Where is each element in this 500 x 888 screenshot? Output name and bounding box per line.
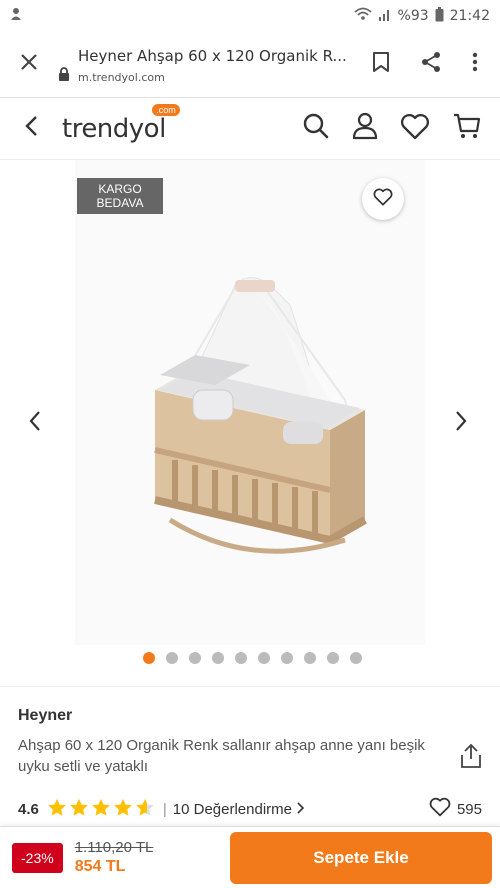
page-title: Heyner Ahşap 60 x 120 Organik R... bbox=[78, 47, 347, 65]
product-gallery[interactable]: KARGO BEDAVA bbox=[0, 160, 500, 680]
pagination-dot[interactable] bbox=[304, 652, 316, 664]
back-button[interactable] bbox=[0, 98, 62, 159]
logo-text: trendyol bbox=[62, 113, 166, 144]
star-icon bbox=[47, 798, 67, 821]
url-domain: m.trendyol.com bbox=[78, 71, 165, 84]
favorite-count-value: 595 bbox=[456, 800, 482, 818]
reviews-link[interactable]: 10 Değerlendirme bbox=[172, 800, 305, 818]
rating-stars bbox=[47, 798, 155, 821]
favorite-count: 595 bbox=[429, 797, 482, 821]
app-header: trendyol .com bbox=[0, 98, 500, 160]
account-icon[interactable] bbox=[352, 112, 378, 145]
favorites-icon[interactable] bbox=[400, 113, 430, 145]
signal-icon bbox=[378, 7, 392, 25]
search-icon[interactable] bbox=[302, 112, 330, 145]
new-price: 854 TL bbox=[74, 858, 126, 875]
lock-icon bbox=[58, 67, 70, 86]
pagination-dot[interactable] bbox=[189, 652, 201, 664]
pagination-dot[interactable] bbox=[212, 652, 224, 664]
trendyol-logo[interactable]: trendyol .com bbox=[62, 103, 180, 144]
heart-icon bbox=[373, 188, 393, 211]
pagination-dot[interactable] bbox=[327, 652, 339, 664]
free-shipping-badge: KARGO BEDAVA bbox=[77, 178, 163, 214]
star-icon bbox=[113, 798, 133, 821]
star-icon bbox=[69, 798, 89, 821]
browser-bar: Heyner Ahşap 60 x 120 Organik R... m.tre… bbox=[0, 32, 500, 98]
pagination-dot[interactable] bbox=[143, 652, 155, 664]
review-label: Değerlendirme bbox=[193, 800, 293, 818]
star-icon bbox=[135, 798, 155, 821]
pagination-dot[interactable] bbox=[166, 652, 178, 664]
wifi-icon bbox=[353, 7, 372, 25]
pagination-dot[interactable] bbox=[235, 652, 247, 664]
pagination-dot[interactable] bbox=[350, 652, 362, 664]
battery-icon bbox=[435, 6, 444, 26]
chevron-left-icon bbox=[28, 411, 42, 436]
share-icon[interactable] bbox=[420, 51, 442, 78]
product-image[interactable] bbox=[75, 160, 425, 645]
battery-percent: %93 bbox=[397, 8, 429, 24]
more-icon[interactable] bbox=[472, 52, 478, 77]
url-bar[interactable]: Heyner Ahşap 60 x 120 Organik R... m.tre… bbox=[58, 43, 372, 86]
notification-icon bbox=[10, 7, 22, 25]
close-tab-button[interactable] bbox=[0, 32, 58, 97]
clock: 21:42 bbox=[449, 8, 490, 24]
close-icon bbox=[20, 53, 38, 76]
share-product-icon[interactable] bbox=[460, 743, 482, 774]
cart-icon[interactable] bbox=[452, 111, 482, 146]
star-icon bbox=[91, 798, 111, 821]
rating-value: 4.6 bbox=[18, 800, 39, 818]
pagination-dot[interactable] bbox=[281, 652, 293, 664]
badge-line1: KARGO bbox=[98, 182, 142, 196]
status-bar: %93 21:42 bbox=[0, 0, 500, 32]
badge-line2: BEDAVA bbox=[96, 196, 144, 210]
purchase-bar: -23% 1.110,20 TL 854 TL Sepete Ekle bbox=[0, 826, 500, 888]
product-title: Ahşap 60 x 120 Organik Renk sallanır ahş… bbox=[18, 737, 425, 775]
discount-badge: -23% bbox=[12, 842, 63, 873]
chevron-right-icon bbox=[454, 411, 468, 436]
product-brand[interactable]: Heyner bbox=[18, 707, 482, 725]
add-to-cart-button[interactable]: Sepete Ekle bbox=[230, 831, 492, 884]
image-pagination bbox=[143, 652, 362, 664]
old-price: 1.110,20 TL bbox=[74, 839, 154, 856]
bookmark-icon[interactable] bbox=[372, 51, 390, 78]
prev-image-button[interactable] bbox=[28, 410, 42, 437]
favorite-button[interactable] bbox=[362, 178, 404, 220]
pagination-dot[interactable] bbox=[258, 652, 270, 664]
product-info: Heyner Ahşap 60 x 120 Organik Renk salla… bbox=[0, 686, 500, 821]
logo-badge: .com bbox=[152, 103, 180, 116]
divider: | bbox=[162, 800, 167, 818]
chevron-right-icon bbox=[296, 801, 305, 818]
review-count: 10 bbox=[172, 800, 190, 818]
heart-outline-icon bbox=[429, 797, 451, 821]
back-icon bbox=[24, 115, 38, 142]
next-image-button[interactable] bbox=[454, 410, 468, 437]
